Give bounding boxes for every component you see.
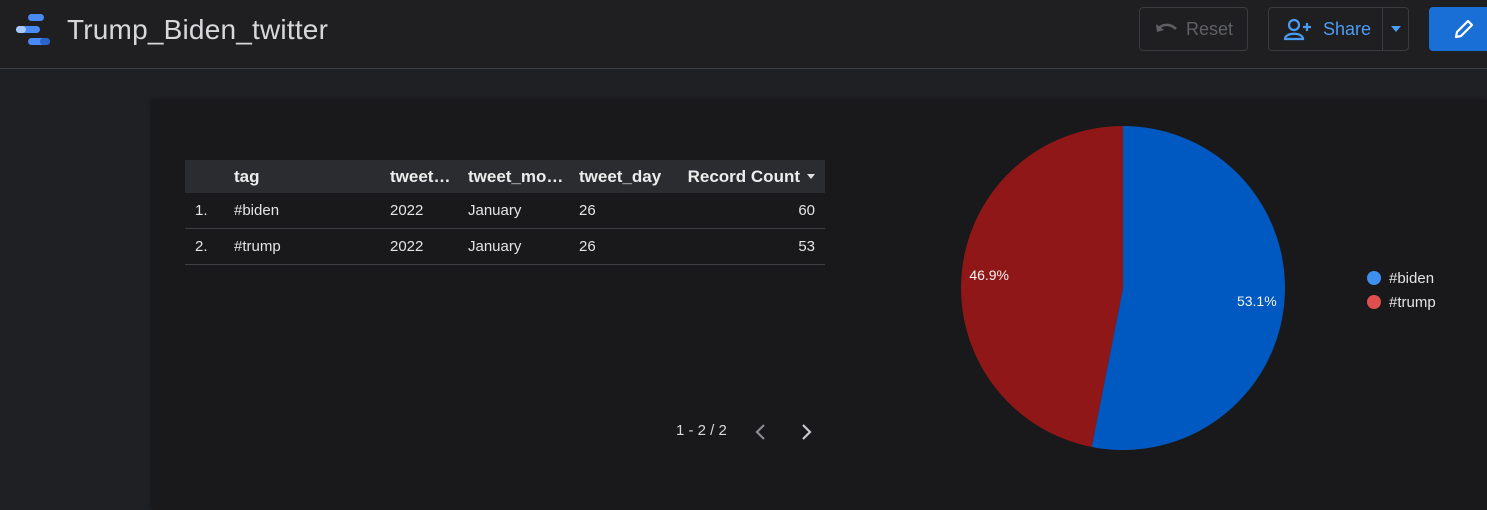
share-dropdown-button[interactable] bbox=[1382, 8, 1408, 50]
header-record-count[interactable]: Record Count bbox=[678, 167, 825, 187]
top-bar: Trump_Biden_twitter Reset Share bbox=[0, 0, 1487, 69]
legend-dot-biden bbox=[1367, 271, 1381, 285]
share-button-group: Share bbox=[1268, 7, 1409, 51]
row-index: 2. bbox=[195, 238, 208, 255]
cell-year: 2022 bbox=[390, 202, 424, 219]
header-tweet-month[interactable]: tweet_mo… bbox=[468, 167, 579, 187]
legend-label-biden: #biden bbox=[1389, 269, 1435, 287]
pencil-icon bbox=[1454, 19, 1474, 39]
sort-descending-icon bbox=[807, 174, 815, 179]
cell-day: 26 bbox=[579, 202, 596, 219]
table-header: tag tweet… tweet_mo… tweet_day Record Co… bbox=[185, 160, 825, 193]
table-row[interactable]: 2. #trump 2022 January 26 53 bbox=[185, 229, 825, 265]
cell-record-count: 53 bbox=[798, 238, 815, 255]
legend-item-trump[interactable]: #trump bbox=[1367, 290, 1436, 314]
previous-page-icon[interactable] bbox=[752, 421, 770, 443]
looker-studio-logo-icon[interactable] bbox=[14, 13, 52, 47]
cell-tag: #trump bbox=[234, 238, 281, 255]
report-title[interactable]: Trump_Biden_twitter bbox=[67, 14, 328, 46]
pie-label-trump: 46.9% bbox=[969, 267, 1009, 283]
cell-record-count: 60 bbox=[798, 202, 815, 219]
cell-month: January bbox=[468, 202, 522, 219]
pie-slice-trump[interactable] bbox=[960, 126, 1123, 447]
reset-label: Reset bbox=[1186, 18, 1234, 39]
undo-icon bbox=[1156, 23, 1177, 32]
cell-year: 2022 bbox=[390, 238, 424, 255]
pie-label-biden: 53.1% bbox=[1237, 293, 1277, 309]
chart-legend: #biden #trump bbox=[1367, 266, 1436, 314]
edit-button[interactable] bbox=[1429, 7, 1487, 51]
record-count-label: Record Count bbox=[687, 166, 800, 186]
header-tweet-day[interactable]: tweet_day bbox=[579, 167, 678, 187]
caret-down-icon bbox=[1390, 26, 1401, 32]
header-tweet-year[interactable]: tweet… bbox=[390, 167, 468, 187]
cell-month: January bbox=[468, 238, 522, 255]
legend-item-biden[interactable]: #biden bbox=[1367, 266, 1436, 290]
legend-dot-trump bbox=[1367, 295, 1381, 309]
table-row[interactable]: 1. #biden 2022 January 26 60 bbox=[185, 193, 825, 229]
pie-chart[interactable]: 53.1% 46.9% bbox=[955, 120, 1295, 460]
add-person-icon bbox=[1283, 18, 1311, 41]
cell-tag: #biden bbox=[234, 202, 280, 219]
reset-button[interactable]: Reset bbox=[1139, 7, 1248, 51]
share-button[interactable]: Share bbox=[1269, 8, 1382, 50]
legend-label-trump: #trump bbox=[1389, 293, 1436, 311]
cell-day: 26 bbox=[579, 238, 596, 255]
pagination-label: 1 - 2 / 2 bbox=[676, 422, 727, 439]
row-index: 1. bbox=[195, 202, 208, 219]
next-page-icon[interactable] bbox=[797, 421, 815, 443]
data-table: tag tweet… tweet_mo… tweet_day Record Co… bbox=[185, 160, 825, 265]
share-label: Share bbox=[1323, 18, 1372, 39]
header-tag[interactable]: tag bbox=[234, 167, 390, 187]
